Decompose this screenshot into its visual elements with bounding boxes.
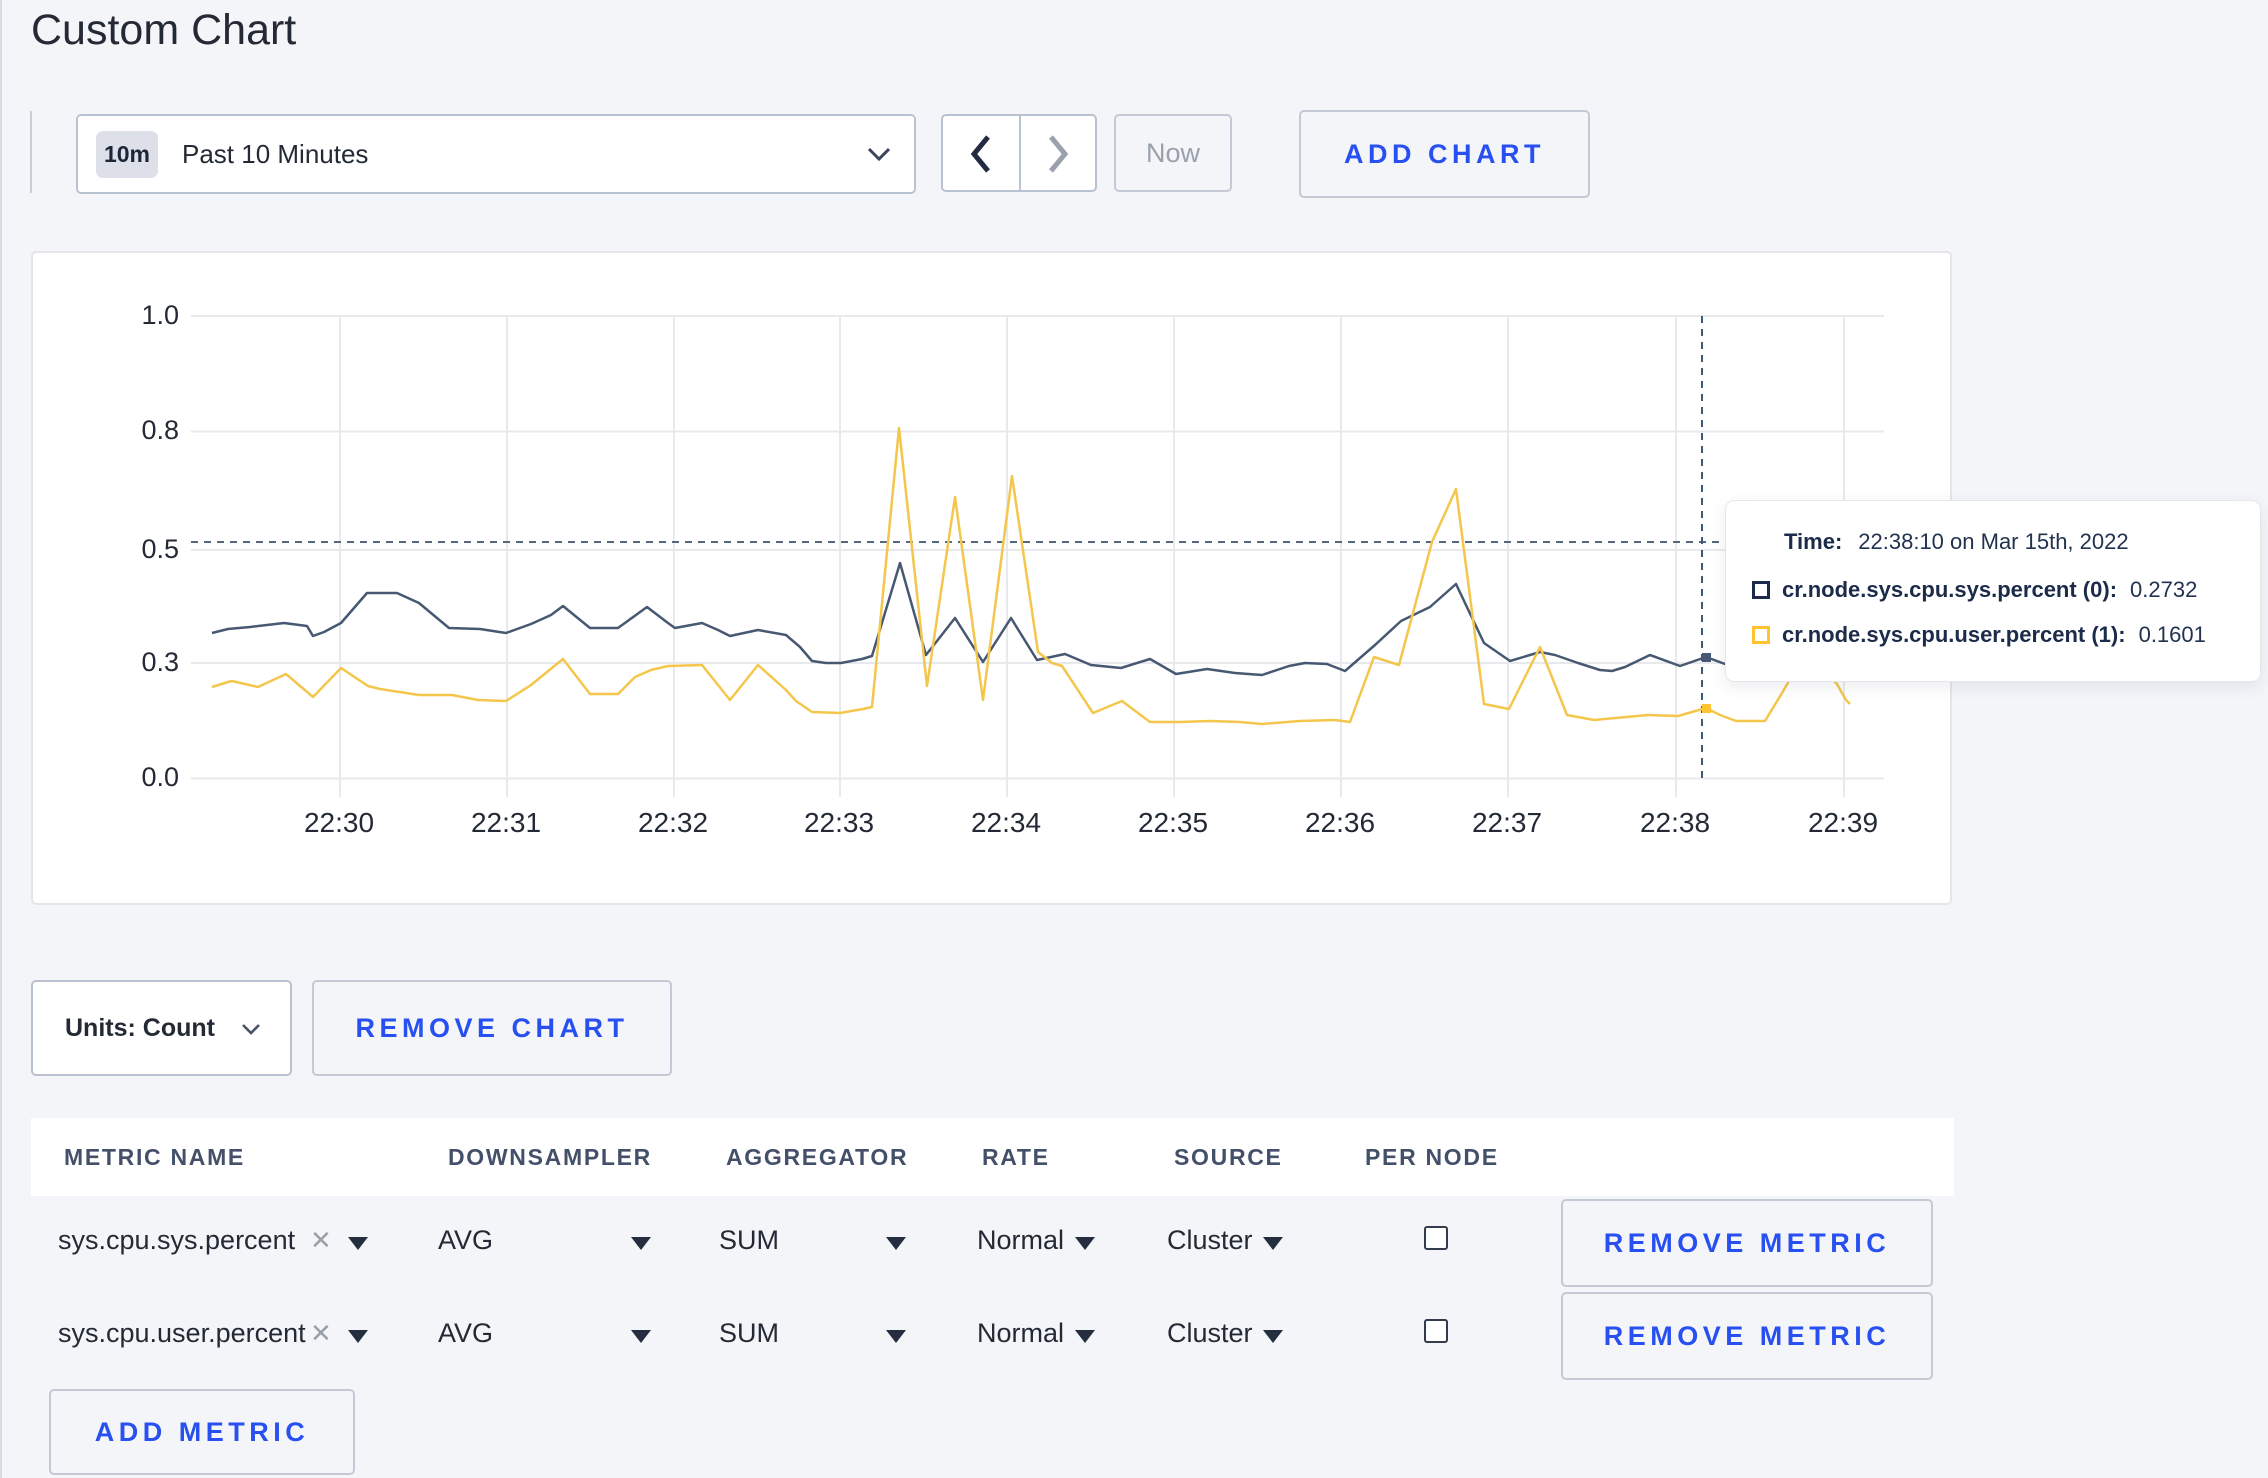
svg-text:22:35: 22:35 xyxy=(1138,807,1208,838)
svg-text:0.5: 0.5 xyxy=(141,534,179,564)
svg-text:22:34: 22:34 xyxy=(971,807,1041,838)
svg-text:0.0: 0.0 xyxy=(141,762,179,792)
svg-text:22:33: 22:33 xyxy=(804,807,874,838)
svg-text:22:36: 22:36 xyxy=(1305,807,1375,838)
svg-text:1.0: 1.0 xyxy=(141,300,179,330)
svg-text:22:38: 22:38 xyxy=(1640,807,1710,838)
svg-text:22:30: 22:30 xyxy=(304,807,374,838)
svg-text:22:37: 22:37 xyxy=(1472,807,1542,838)
svg-text:22:32: 22:32 xyxy=(638,807,708,838)
svg-text:0.8: 0.8 xyxy=(141,415,179,445)
svg-text:0.3: 0.3 xyxy=(141,647,179,677)
svg-text:22:39: 22:39 xyxy=(1808,807,1878,838)
svg-text:22:31: 22:31 xyxy=(471,807,541,838)
